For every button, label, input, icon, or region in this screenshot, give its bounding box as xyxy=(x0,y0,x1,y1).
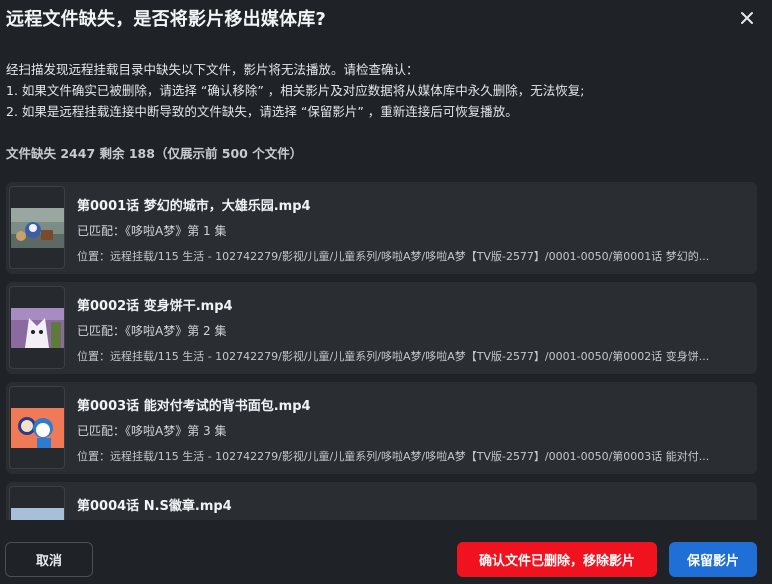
file-name: 第0002话 变身饼干.mp4 xyxy=(77,299,233,314)
missing-summary: 文件缺失 2447 剩余 188（仅展示前 500 个文件） xyxy=(6,146,303,161)
scene-thumbnail-icon xyxy=(11,208,64,248)
file-name: 第0003话 能对付考试的背书面包.mp4 xyxy=(77,399,311,414)
file-name: 第0004话 N.S徽章.mp4 xyxy=(77,499,232,514)
description-line: 2. 如果是远程挂载连接中断导致的文件缺失，请选择 “保留影片” ，重新连接后可… xyxy=(6,104,518,119)
thumbnail xyxy=(9,386,65,469)
matched-episode: 已匹配：《哆啦A梦》第 1 集 xyxy=(77,224,227,238)
file-path: 位置：远程挂载/115 生活 - 102742279/影视/儿童/儿童系列/哆啦… xyxy=(77,350,710,363)
matched-episode: 已匹配：《哆啦A梦》第 3 集 xyxy=(77,424,227,438)
dialog-title: 远程文件缺失，是否将影片移出媒体库? xyxy=(6,9,327,30)
dialog-footer: 取消 确认文件已删除，移除影片 保留影片 xyxy=(0,528,772,584)
list-item: 第0004话 N.S徽章.mp4 xyxy=(6,482,757,520)
thumbnail xyxy=(9,486,65,520)
list-item: 第0002话 变身饼干.mp4 已匹配：《哆啦A梦》第 2 集 位置：远程挂载/… xyxy=(6,282,757,374)
description-line: 经扫描发现远程挂载目录中缺失以下文件，影片将无法播放。请检查确认： xyxy=(6,62,419,77)
cancel-button[interactable]: 取消 xyxy=(5,542,93,577)
description-line: 1. 如果文件确实已被删除，请选择 “确认移除” ，相关影片及对应数据将从媒体库… xyxy=(6,83,585,98)
thumbnail xyxy=(9,286,65,369)
keep-movie-button[interactable]: 保留影片 xyxy=(669,542,757,577)
list-item: 第0001话 梦幻的城市，大雄乐园.mp4 已匹配：《哆啦A梦》第 1 集 位置… xyxy=(6,182,757,274)
matched-episode: 已匹配：《哆啦A梦》第 2 集 xyxy=(77,324,227,338)
file-name: 第0001话 梦幻的城市，大雄乐园.mp4 xyxy=(77,199,311,214)
scene-thumbnail-icon xyxy=(11,308,64,348)
list-item: 第0003话 能对付考试的背书面包.mp4 已匹配：《哆啦A梦》第 3 集 位置… xyxy=(6,382,757,474)
scene-thumbnail-icon xyxy=(11,508,64,520)
confirm-remove-button[interactable]: 确认文件已删除，移除影片 xyxy=(457,542,657,577)
scene-thumbnail-icon xyxy=(11,408,64,448)
dialog-description: 经扫描发现远程挂载目录中缺失以下文件，影片将无法播放。请检查确认： 1. 如果文… xyxy=(6,59,585,122)
file-path: 位置：远程挂载/115 生活 - 102742279/影视/儿童/儿童系列/哆啦… xyxy=(77,250,710,263)
file-path: 位置：远程挂载/115 生活 - 102742279/影视/儿童/儿童系列/哆啦… xyxy=(77,450,710,463)
close-icon[interactable] xyxy=(739,10,755,26)
missing-files-dialog: 远程文件缺失，是否将影片移出媒体库? 经扫描发现远程挂载目录中缺失以下文件，影片… xyxy=(0,0,772,584)
missing-file-list[interactable]: 第0001话 梦幻的城市，大雄乐园.mp4 已匹配：《哆啦A梦》第 1 集 位置… xyxy=(6,182,757,520)
thumbnail xyxy=(9,186,65,269)
